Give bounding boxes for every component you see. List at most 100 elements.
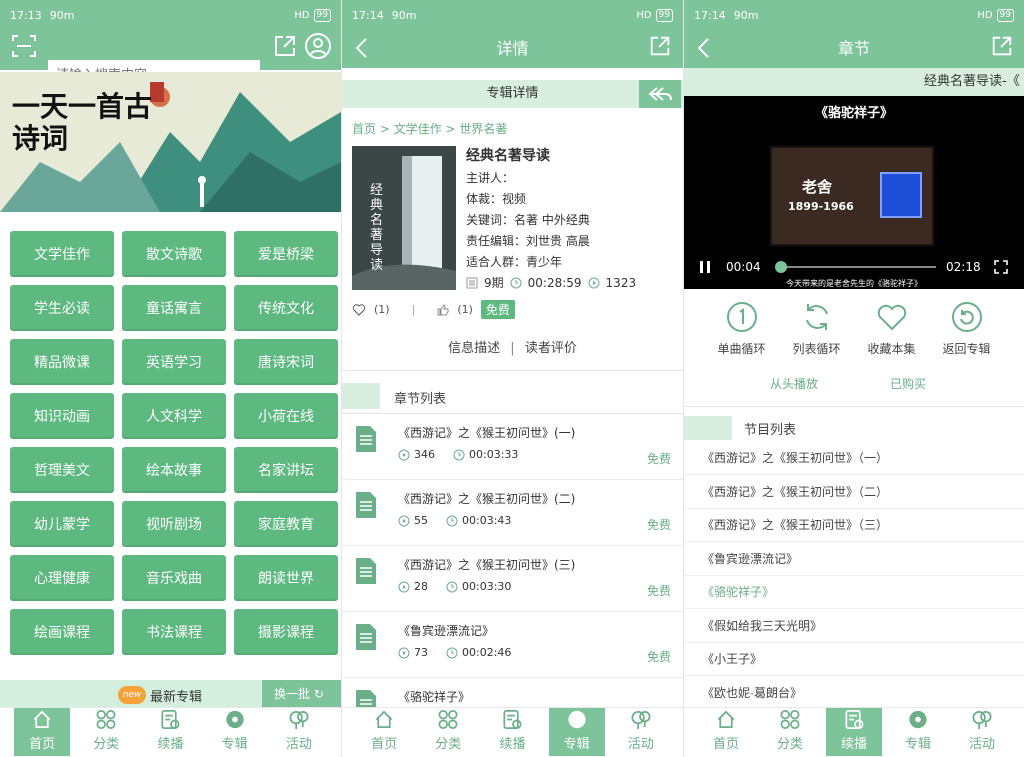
- program-item[interactable]: 《西游记》之《猴王初问世》（三）: [684, 509, 1024, 542]
- info-tabs: 信息描述 | 读者评价: [342, 337, 683, 356]
- status-time: 17:14: [694, 8, 726, 22]
- section-back-button[interactable]: [639, 80, 681, 108]
- tab-home[interactable]: 首页: [14, 708, 71, 756]
- tab-activity[interactable]: 活动: [613, 708, 669, 756]
- category-button[interactable]: 爱是桥梁: [234, 231, 338, 277]
- video-player[interactable]: 《骆驼祥子》 老舍 1899-1966 00:04 02:18 今天带来的是老舍…: [684, 96, 1024, 289]
- progress-knob[interactable]: [774, 261, 787, 273]
- fullscreen-icon[interactable]: [994, 260, 1008, 274]
- tab-review[interactable]: 读者评价: [525, 341, 577, 356]
- share-icon[interactable]: [272, 33, 298, 59]
- repeat-icon: [805, 304, 828, 330]
- category-button[interactable]: 朗读世界: [234, 555, 338, 601]
- category-button[interactable]: 散文诗歌: [122, 231, 226, 277]
- heart-icon[interactable]: [352, 303, 366, 317]
- chapter-row[interactable]: 《西游记》之《猴王初问世》(二) 55 00:03:43 免费: [342, 480, 683, 546]
- category-button[interactable]: 幼儿蒙学: [10, 501, 114, 547]
- category-button[interactable]: 摄影课程: [234, 609, 338, 655]
- play-from-start-link[interactable]: 从头播放: [770, 375, 818, 392]
- category-button[interactable]: 音乐戏曲: [122, 555, 226, 601]
- tab-album[interactable]: 专辑: [207, 708, 263, 756]
- chapter-title: 《西游记》之《猴王初问世》(三): [398, 558, 576, 572]
- category-button[interactable]: 小荷在线: [234, 393, 338, 439]
- user-icon[interactable]: [304, 32, 332, 60]
- category-button[interactable]: 绘画课程: [10, 609, 114, 655]
- signal-label: HD: [294, 9, 310, 21]
- album-marquee: 经典名著导读-《: [684, 68, 1024, 96]
- page-title: 详情: [496, 39, 529, 58]
- tab-activity[interactable]: 活动: [954, 708, 1010, 756]
- tab-label: 专辑: [563, 737, 590, 752]
- program-item[interactable]: 《小王子》: [684, 643, 1024, 676]
- home-banner[interactable]: 一天一首古诗词: [0, 72, 341, 212]
- category-button[interactable]: 知识动画: [10, 393, 114, 439]
- category-button[interactable]: 名家讲坛: [234, 447, 338, 493]
- chapter-list-header: 章节列表: [342, 383, 683, 409]
- category-button[interactable]: 绘本故事: [122, 447, 226, 493]
- home-top-bar: [0, 30, 341, 88]
- bottom-tab-bar: 首页 分类 续播 专辑 活动: [684, 707, 1024, 757]
- category-button[interactable]: 哲理美文: [10, 447, 114, 493]
- progress-track[interactable]: [774, 261, 936, 273]
- refresh-button[interactable]: 换一批 ↻: [262, 680, 341, 708]
- category-button[interactable]: 唐诗宋词: [234, 339, 338, 385]
- tab-album[interactable]: 专辑: [890, 708, 946, 756]
- category-button[interactable]: 视听剧场: [122, 501, 226, 547]
- play-count-icon: [398, 647, 410, 658]
- category-button[interactable]: 英语学习: [122, 339, 226, 385]
- category-button[interactable]: 童话寓言: [122, 285, 226, 331]
- clock-icon: [446, 515, 458, 526]
- favorite-button[interactable]: 收藏本集: [857, 300, 927, 357]
- clock-icon: [453, 449, 465, 460]
- program-item[interactable]: 《假如给我三天光明》: [684, 610, 1024, 643]
- activity-icon: [972, 710, 992, 730]
- tab-category[interactable]: 分类: [420, 708, 476, 756]
- tab-album[interactable]: 专辑: [548, 708, 605, 756]
- category-button[interactable]: 文学佳作: [10, 231, 114, 277]
- category-button[interactable]: 学生必读: [10, 285, 114, 331]
- list-loop-button[interactable]: 列表循环: [782, 300, 852, 357]
- status-speed: 90m: [49, 8, 75, 22]
- back-icon[interactable]: [692, 36, 716, 60]
- share-icon[interactable]: [990, 34, 1014, 58]
- tab-home[interactable]: 首页: [356, 708, 412, 756]
- tab-resume[interactable]: 续播: [142, 708, 198, 756]
- pause-icon[interactable]: [698, 260, 712, 274]
- resume-play-icon: [845, 710, 864, 729]
- return-album-button[interactable]: 返回专辑: [932, 300, 1002, 357]
- tab-activity[interactable]: 活动: [271, 708, 327, 756]
- program-item[interactable]: 《骆驼祥子》: [684, 576, 1024, 609]
- tab-category[interactable]: 分类: [78, 708, 134, 756]
- breadcrumb[interactable]: 首页 > 文学佳作 > 世界名著: [352, 120, 507, 137]
- single-loop-button[interactable]: 单曲循环: [707, 300, 777, 357]
- tab-label: 首页: [29, 737, 56, 752]
- tab-category[interactable]: 分类: [762, 708, 818, 756]
- tab-info[interactable]: 信息描述: [448, 341, 500, 356]
- album-icon: [226, 710, 244, 729]
- category-button[interactable]: 人文科学: [122, 393, 226, 439]
- category-button[interactable]: 书法课程: [122, 609, 226, 655]
- home-screen: 17:13 90m HD 99 一天一首古诗词 文学佳作散文诗歌爱是桥梁学生必读…: [0, 0, 341, 757]
- share-icon[interactable]: [648, 34, 672, 58]
- program-item[interactable]: 《鲁宾逊漂流记》: [684, 543, 1024, 576]
- chapter-row[interactable]: 《鲁宾逊漂流记》 73 00:02:46 免费: [342, 612, 683, 678]
- program-item[interactable]: 《欧也妮·葛朗台》: [684, 677, 1024, 710]
- scan-icon[interactable]: [10, 32, 38, 60]
- program-item[interactable]: 《西游记》之《猴王初问世》（二）: [684, 476, 1024, 509]
- purchased-link[interactable]: 已购买: [890, 375, 926, 392]
- cover-title: 经典名著导读: [370, 182, 384, 272]
- category-button[interactable]: 精品微课: [10, 339, 114, 385]
- category-button[interactable]: 家庭教育: [234, 501, 338, 547]
- program-item[interactable]: 《西游记》之《猴王初问世》（一）: [684, 442, 1024, 475]
- thumbs-up-icon[interactable]: [437, 303, 449, 316]
- chapter-title: 《西游记》之《猴王初问世》(二): [398, 492, 576, 506]
- tab-home[interactable]: 首页: [698, 708, 754, 756]
- new-album-title: 最新专辑: [150, 690, 203, 705]
- category-button[interactable]: 心理健康: [10, 555, 114, 601]
- tab-resume[interactable]: 续播: [826, 708, 882, 756]
- chapter-row[interactable]: 《西游记》之《猴王初问世》(一) 346 00:03:33 免费: [342, 414, 683, 480]
- back-icon[interactable]: [350, 36, 374, 60]
- chapter-row[interactable]: 《西游记》之《猴王初问世》(三) 28 00:03:30 免费: [342, 546, 683, 612]
- tab-resume[interactable]: 续播: [484, 708, 540, 756]
- category-button[interactable]: 传统文化: [234, 285, 338, 331]
